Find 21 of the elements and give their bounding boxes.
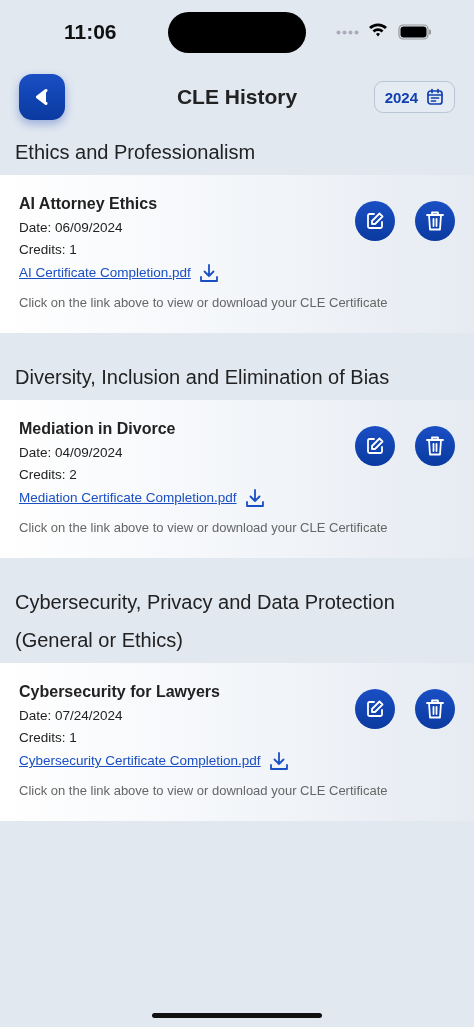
course-date: Date: 06/09/2024 — [19, 219, 124, 237]
course-title: Cybersecurity for Lawyers — [19, 682, 221, 702]
year-picker-button[interactable]: 2024 — [373, 81, 455, 113]
section-title: Diversity, Inclusion and Elimination of Bias — [14, 365, 391, 390]
helper-text: Click on the link above to view or download your CLE Certificate — [19, 519, 389, 537]
course-credits: Credits: 1 — [19, 729, 78, 747]
page-title: CLE History — [176, 85, 298, 108]
certificate-link[interactable]: Cybersecurity Certificate Completion.pdf — [19, 749, 261, 773]
section-title: Cybersecurity, Privacy and Data Protection (General or Ethics) — [14, 590, 396, 653]
course-date: Date: 07/24/2024 — [19, 707, 124, 725]
certificate-link[interactable]: AI Certificate Completion.pdf — [19, 261, 191, 285]
status-time: 11:06 — [64, 20, 117, 44]
course-title: Mediation in Divorce — [19, 419, 177, 439]
helper-text: Click on the link above to view or download your CLE Certificate — [19, 294, 389, 312]
course-title: AI Attorney Ethics — [19, 194, 159, 214]
certificate-link[interactable]: Mediation Certificate Completion.pdf — [19, 486, 237, 510]
helper-text: Click on the link above to view or download your CLE Certificate — [19, 782, 389, 800]
course-date: Date: 04/09/2024 — [19, 444, 124, 462]
course-credits: Credits: 2 — [19, 466, 78, 484]
section-title: Ethics and Professionalism — [14, 140, 257, 165]
course-credits: Credits: 1 — [19, 241, 78, 259]
